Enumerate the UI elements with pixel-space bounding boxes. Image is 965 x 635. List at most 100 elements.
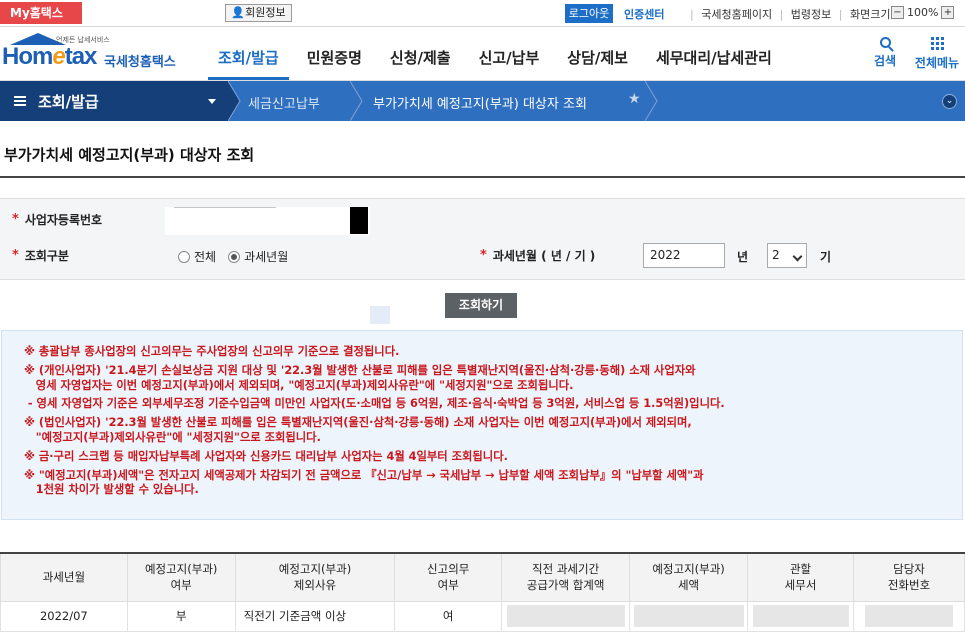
screen-size-label: 화면크기 <box>849 8 891 21</box>
table-header-row: 과세년월 예정고지(부과) 여부 예정고지(부과) 제외사유 신고의무 여부 직… <box>0 553 965 602</box>
breadcrumb-separator-icon <box>645 81 658 121</box>
redacted-block <box>350 207 368 234</box>
search-icon <box>879 37 891 48</box>
nav-inquiry-issue[interactable]: 조회/발급 <box>208 47 289 80</box>
col-header-report-duty: 신고의무 여부 <box>394 553 503 602</box>
cell-period: 2022/07 <box>0 600 128 632</box>
member-info-label: 회원정보 <box>245 6 286 19</box>
zoom-level: 100% <box>907 6 939 19</box>
zoom-control: − 100% + <box>888 6 957 19</box>
chevron-down-icon[interactable]: ⌄ <box>942 94 957 109</box>
cert-center-link[interactable]: 인증센터 <box>624 6 664 22</box>
search-label: 검색 <box>873 54 897 68</box>
search-submit-button[interactable]: 조회하기 <box>445 293 517 318</box>
reg-no-label: 사업자등록번호 <box>24 213 103 227</box>
term-select-value: 2 <box>772 248 780 262</box>
my-hometax-button[interactable]: My홈택스 <box>0 2 82 24</box>
nav-report-pay[interactable]: 신고/납부 <box>469 47 550 80</box>
redacted-block <box>506 605 625 627</box>
main-header: 언제든 납세서비스 Hometax 국세청홈택스 조회/발급 민원증명 신청/제… <box>0 27 965 81</box>
col-header-notified-tax: 예정고지(부과) 세액 <box>629 553 749 602</box>
col-header-contact-phone: 담당자 전화번호 <box>853 553 965 602</box>
cell-tax-office <box>747 600 855 632</box>
radio-all-label[interactable]: 전체 <box>194 248 216 265</box>
member-info-button[interactable]: 👤회원정보 <box>225 4 292 22</box>
notice-box: ※ 총괄납부 종사업장의 신고의무는 주사업장의 신고의무 기준으로 결정됩니다… <box>1 330 963 520</box>
reg-no-label-row: * 사업자등록번호 <box>12 211 102 228</box>
caret-down-icon <box>208 99 216 104</box>
hometax-logo[interactable]: 언제든 납세서비스 Hometax 국세청홈택스 <box>2 33 182 75</box>
col-header-notified: 예정고지(부과) 여부 <box>126 553 236 602</box>
blank-box <box>370 306 390 324</box>
notice-line: ※ (법인사업자) '22.3월 발생한 산불로 피해를 입은 특별재난지역(울… <box>24 416 692 444</box>
radio-tax-period-label[interactable]: 과세년월 <box>244 248 288 265</box>
query-type-label-row: * 조회구분 <box>12 247 69 264</box>
notice-line: ※ (개인사업자) '21.4분기 손실보상금 지원 대상 및 '22.3월 발… <box>24 363 696 392</box>
col-header-tax-office: 관할 세무서 <box>747 553 855 602</box>
grid-icon <box>930 37 944 50</box>
query-type-label: 조회구분 <box>24 249 69 263</box>
cell-notified: 부 <box>126 600 236 632</box>
util-links: | 국세청홈페이지 | 법령정보 | 화면크기 <box>686 6 890 22</box>
logo-wordmark: Hometax <box>2 43 97 70</box>
cell-prev-supply-total <box>501 600 631 632</box>
location-level1-dropdown[interactable]: 조회/발급 <box>0 81 228 121</box>
redacted-block <box>865 605 953 627</box>
required-mark: * <box>12 212 19 227</box>
col-header-period: 과세년월 <box>0 553 128 602</box>
nav-apply-submit[interactable]: 신청/제출 <box>380 47 461 80</box>
logo-korean-name: 국세청홈택스 <box>104 55 176 70</box>
cell-contact-phone <box>853 600 965 632</box>
search-form <box>0 198 965 280</box>
global-nav: 조회/발급 민원증명 신청/제출 신고/납부 상담/제보 세무대리/납세관리 <box>208 47 790 80</box>
redacted-block <box>633 605 744 627</box>
required-mark: * <box>12 248 19 263</box>
tax-period-label-row: * 과세년월 ( 년 / 기 ) <box>480 247 595 264</box>
law-info-link[interactable]: 법령정보 <box>791 8 831 21</box>
cell-exclusion-reason: 직전기 기준금액 이상 <box>234 600 396 632</box>
redacted-block <box>752 605 849 627</box>
query-type-radios: 전체 과세년월 <box>178 248 300 265</box>
reg-no-underline <box>174 207 276 208</box>
user-icon: 👤 <box>231 6 246 19</box>
nav-tax-agent[interactable]: 세무대리/납세관리 <box>646 47 782 80</box>
notice-line: ※ 총괄납부 종사업장의 신고의무는 주사업장의 신고의무 기준으로 결정됩니다… <box>24 345 400 358</box>
location-level3-current: 부가가치세 예정고지(부과) 대상자 조회 <box>373 97 587 112</box>
result-table: 과세년월 예정고지(부과) 여부 예정고지(부과) 제외사유 신고의무 여부 직… <box>0 552 965 632</box>
term-unit: 기 <box>820 250 832 264</box>
year-unit: 년 <box>737 250 749 264</box>
zoom-in-button[interactable]: + <box>941 6 955 19</box>
reg-no-input[interactable] <box>165 207 370 235</box>
divider: | <box>779 8 784 21</box>
menu-icon <box>14 94 26 108</box>
location-level2-link[interactable]: 세금신고납부 <box>248 93 320 112</box>
radio-tax-period[interactable] <box>228 250 241 263</box>
nts-homepage-link[interactable]: 국세청홈페이지 <box>701 8 772 21</box>
zoom-out-button[interactable]: − <box>891 6 904 19</box>
divider: | <box>838 8 843 21</box>
breadcrumb-separator-icon <box>350 81 363 121</box>
logout-button[interactable]: 로그아웃 <box>565 4 613 23</box>
term-select[interactable]: 2 <box>767 243 807 268</box>
location-bar: 조회/발급 세금신고납부 부가가치세 예정고지(부과) 대상자 조회 ★ ⌄ <box>0 81 965 121</box>
nav-consult-report[interactable]: 상담/제보 <box>557 47 638 80</box>
notice-line: ※ "예정고지(부과)세액"은 전자고지 세액공제가 차감되기 전 금액으로 『… <box>24 468 704 497</box>
col-header-exclusion-reason: 예정고지(부과) 제외사유 <box>234 553 396 602</box>
required-mark: * <box>480 248 487 263</box>
title-divider <box>0 176 965 178</box>
all-menu-button[interactable]: 전체메뉴 <box>910 35 964 71</box>
col-header-prev-supply-total: 직전 과세기간 공급가액 합계액 <box>501 553 631 602</box>
radio-all[interactable] <box>178 250 190 263</box>
location-level1-label: 조회/발급 <box>38 92 99 111</box>
page-title: 부가가치세 예정고지(부과) 대상자 조회 <box>4 146 255 164</box>
favorite-star-icon[interactable]: ★ <box>628 91 641 107</box>
year-input[interactable]: 2022 <box>643 243 725 268</box>
search-button[interactable]: 검색 <box>868 35 902 69</box>
cell-notified-tax <box>629 600 749 632</box>
cell-report-duty: 여 <box>394 600 503 632</box>
notice-line: - 영세 자영업자 기준은 외부세무조정 기준수입금액 미만인 사업자(도·소매… <box>24 397 725 411</box>
tax-period-label: 과세년월 ( 년 / 기 ) <box>492 249 596 263</box>
top-utility-bar: My홈택스 👤회원정보 로그아웃 인증센터 | 국세청홈페이지 | 법령정보 |… <box>0 0 965 27</box>
nav-civil-certificate[interactable]: 민원증명 <box>297 47 372 80</box>
table-row: 2022/07 부 직전기 기준금액 이상 여 <box>0 600 965 632</box>
